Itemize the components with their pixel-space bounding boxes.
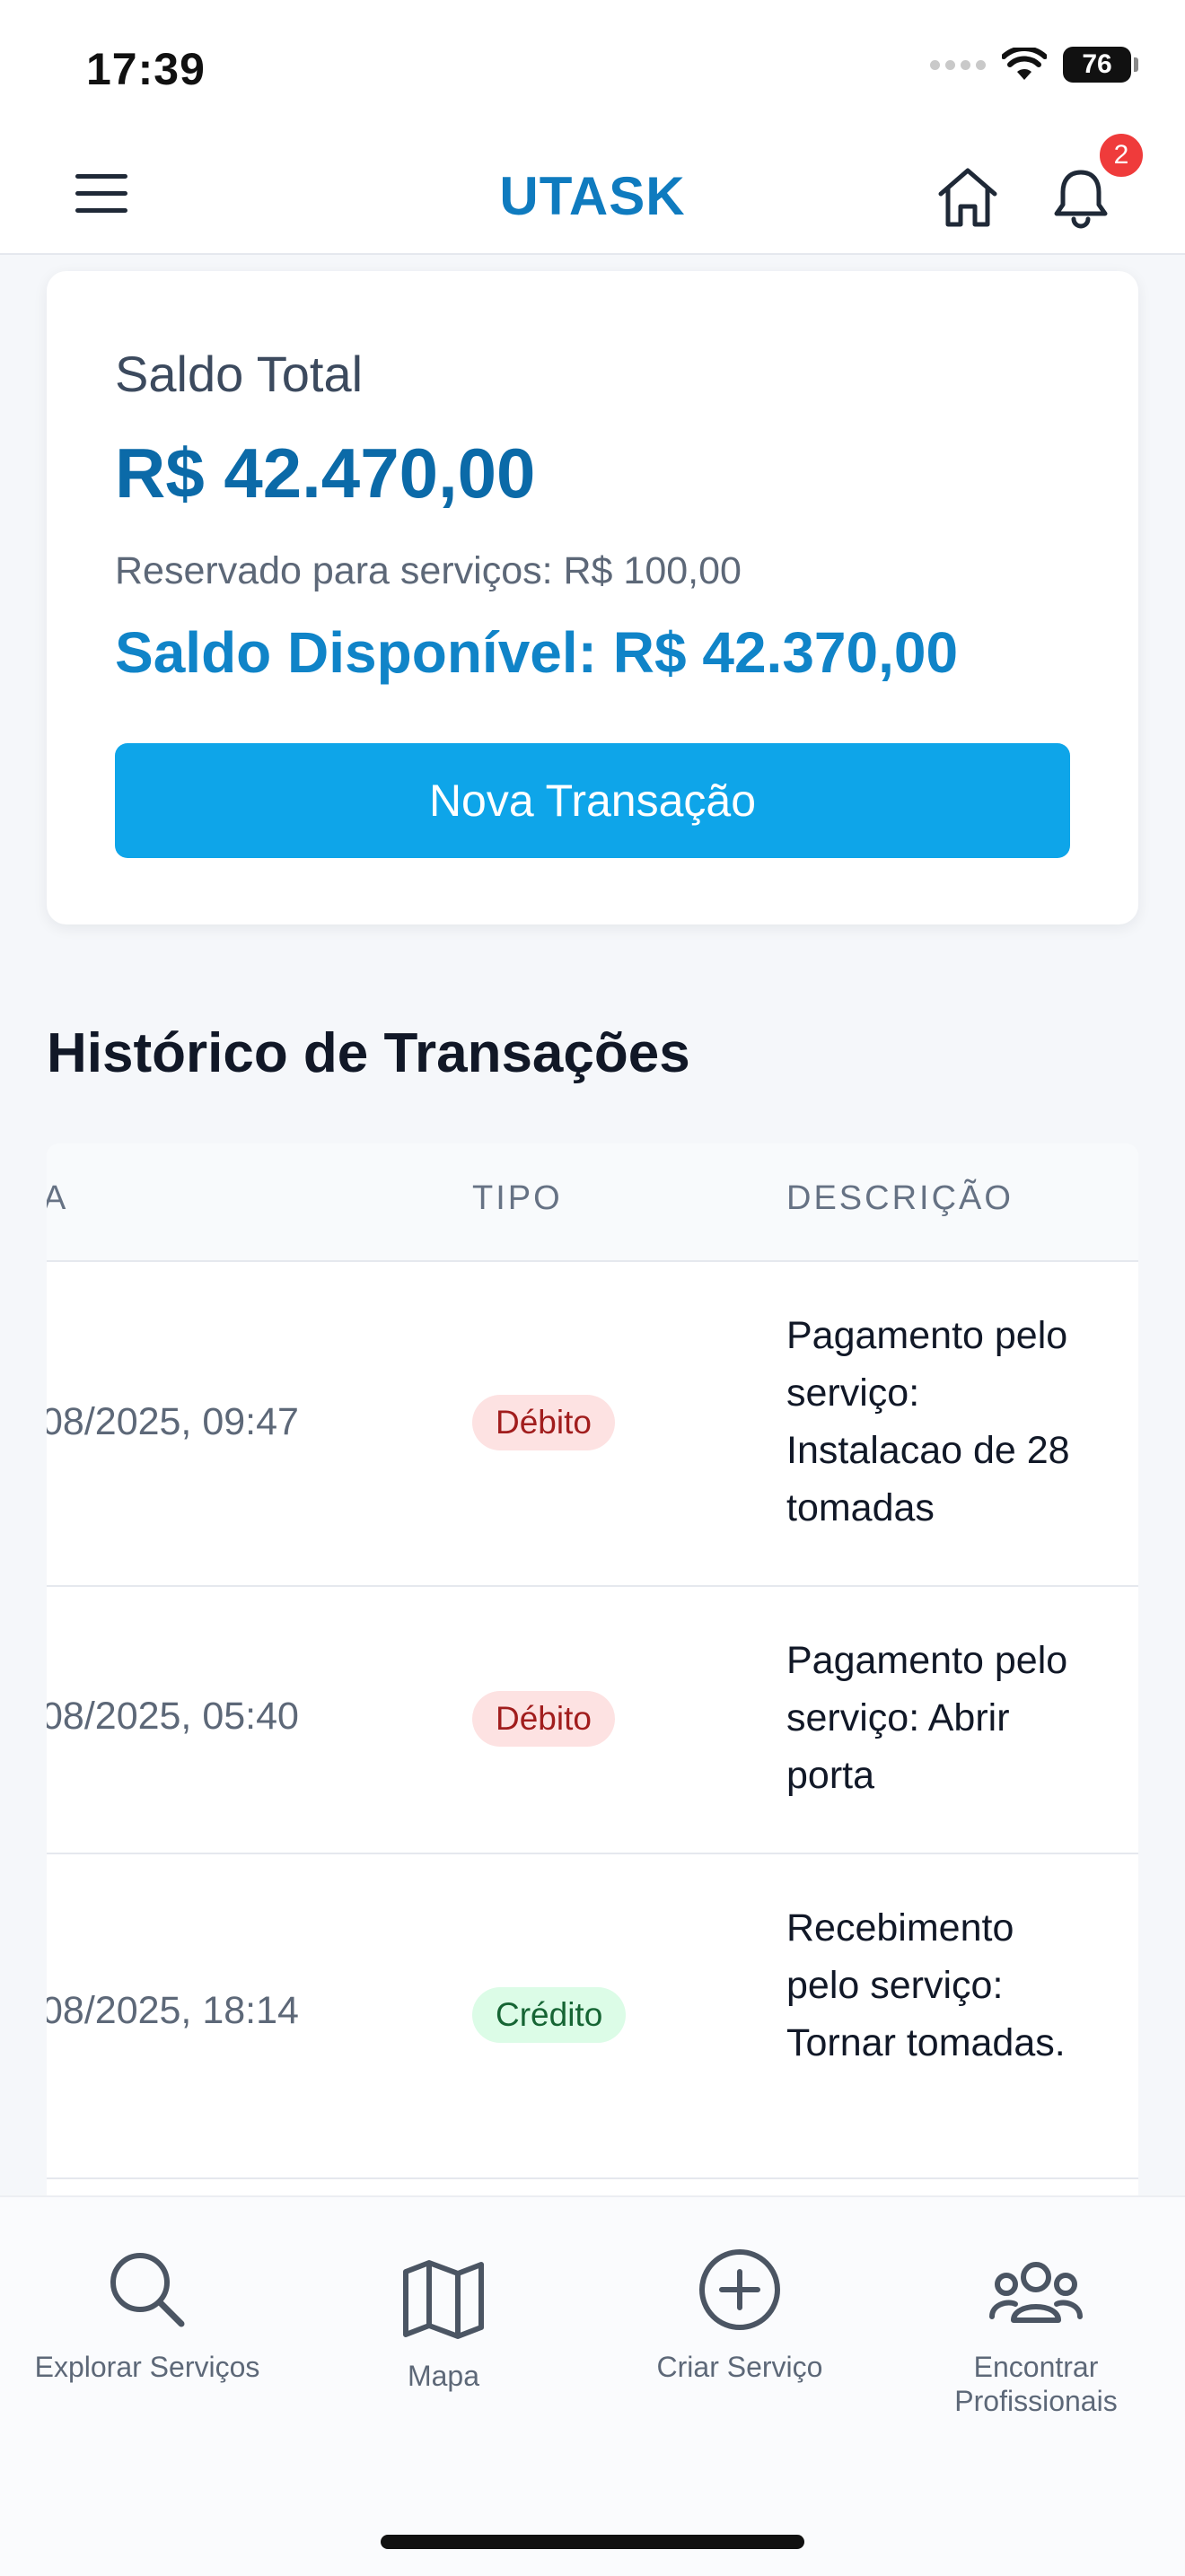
status-time: 17:39: [86, 44, 206, 94]
balance-label: Saldo Total: [115, 346, 364, 402]
home-indicator[interactable]: [381, 2535, 804, 2549]
transaction-description: Pagamento pelo serviço: Abrir porta: [786, 1639, 1068, 1797]
type-badge: Crédito: [472, 1987, 627, 2043]
nav-explore-services[interactable]: Explorar Serviços: [31, 2240, 264, 2384]
reserved-amount: Reservado para serviços: R$ 100,00: [115, 549, 742, 592]
bottom-navigation: Explorar Serviços Mapa Criar Serviço Enc…: [0, 2195, 1185, 2576]
type-badge: Débito: [472, 1691, 615, 1747]
notification-badge: 2: [1097, 131, 1146, 180]
nav-map[interactable]: Mapa: [327, 2249, 560, 2393]
cellular-signal-icon: [930, 59, 986, 70]
transaction-date: 08/2025, 18:14: [47, 1989, 299, 2032]
column-header-type: TIPO: [472, 1179, 563, 1217]
balance-card: Saldo Total R$ 42.470,00 Reservado para …: [47, 271, 1138, 924]
transaction-date: 08/2025, 05:40: [47, 1695, 299, 1738]
map-icon: [327, 2249, 560, 2348]
transaction-date: 08/2025, 09:47: [47, 1400, 299, 1443]
table-header: A TIPO DESCRIÇÃO: [47, 1143, 1138, 1262]
wifi-icon: [1002, 48, 1047, 82]
transaction-description: Recebimento pelo serviço: Tornar tomadas…: [786, 1906, 1066, 2064]
nav-create-service[interactable]: Criar Serviço: [623, 2240, 856, 2384]
home-icon[interactable]: [932, 162, 1004, 233]
table-row[interactable]: 08/2025, 05:40 Débito Pagamento pelo ser…: [47, 1587, 1138, 1854]
status-indicators: 76: [930, 47, 1138, 83]
search-icon: [31, 2240, 264, 2339]
nav-label: Mapa: [407, 2360, 480, 2392]
available-balance: Saldo Disponível: R$ 42.370,00: [115, 620, 959, 685]
app-header: UTASK: [0, 135, 1185, 255]
nav-label: Explorar Serviços: [34, 2351, 260, 2383]
nav-find-professionals[interactable]: Encontrar Profissionais: [919, 2240, 1153, 2418]
balance-total: R$ 42.470,00: [115, 434, 536, 513]
battery-icon: 76: [1063, 47, 1138, 83]
plus-circle-icon: [623, 2240, 856, 2339]
users-icon: [919, 2240, 1153, 2339]
new-transaction-button[interactable]: Nova Transação: [115, 743, 1070, 858]
history-title: Histórico de Transações: [47, 1022, 690, 1084]
transactions-table[interactable]: A TIPO DESCRIÇÃO 08/2025, 09:47 Débito P…: [47, 1143, 1138, 2310]
status-bar: 17:39 76: [0, 0, 1185, 135]
nav-label: Criar Serviço: [656, 2351, 823, 2383]
column-header-description: DESCRIÇÃO: [786, 1179, 1014, 1217]
app-title: UTASK: [499, 166, 686, 226]
type-badge: Débito: [472, 1395, 615, 1450]
column-header-date: A: [47, 1179, 69, 1217]
nav-label: Encontrar Profissionais: [954, 2351, 1118, 2417]
table-row[interactable]: 08/2025, 09:47 Débito Pagamento pelo ser…: [47, 1262, 1138, 1587]
battery-level: 76: [1082, 49, 1112, 79]
table-row[interactable]: 08/2025, 18:14 Crédito Recebimento pelo …: [47, 1854, 1138, 2179]
transaction-description: Pagamento pelo serviço: Instalacao de 28…: [786, 1314, 1070, 1529]
